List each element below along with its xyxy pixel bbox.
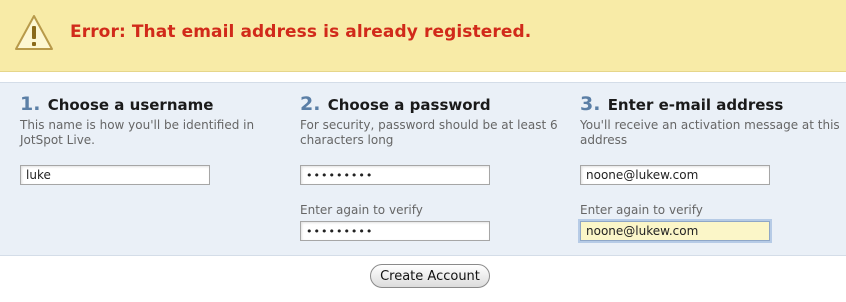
password-field[interactable]: [300, 165, 490, 185]
step-title: Enter e-mail address: [607, 96, 784, 114]
step-username: 1. Choose a username This name is how yo…: [20, 93, 290, 148]
create-account-button[interactable]: Create Account: [370, 264, 490, 288]
email-verify-field[interactable]: [580, 221, 770, 241]
step-heading: 3. Enter e-mail address: [580, 93, 846, 115]
error-banner: Error: That email address is already reg…: [0, 0, 846, 72]
password-verify-field[interactable]: [300, 221, 490, 241]
username-field[interactable]: [20, 165, 210, 185]
step-password: 2. Choose a password For security, passw…: [300, 93, 570, 148]
email-verify-label: Enter again to verify: [580, 203, 703, 217]
password-verify-label: Enter again to verify: [300, 203, 423, 217]
step-number: 2.: [300, 93, 321, 115]
signup-form-panel: 1. Choose a username This name is how yo…: [0, 82, 846, 256]
step-email: 3. Enter e-mail address You'll receive a…: [580, 93, 846, 148]
step-title: Choose a password: [327, 96, 491, 114]
step-title: Choose a username: [47, 96, 214, 114]
email-field[interactable]: [580, 165, 770, 185]
error-message: Error: That email address is already reg…: [70, 22, 532, 42]
step-number: 3.: [580, 93, 601, 115]
step-heading: 2. Choose a password: [300, 93, 570, 115]
step-description: For security, password should be at leas…: [300, 118, 558, 147]
step-description: You'll receive an activation message at …: [580, 118, 840, 147]
step-number: 1.: [20, 93, 41, 115]
step-description: This name is how you'll be identified in…: [20, 118, 255, 147]
warning-triangle-icon: [15, 15, 53, 50]
step-heading: 1. Choose a username: [20, 93, 290, 115]
